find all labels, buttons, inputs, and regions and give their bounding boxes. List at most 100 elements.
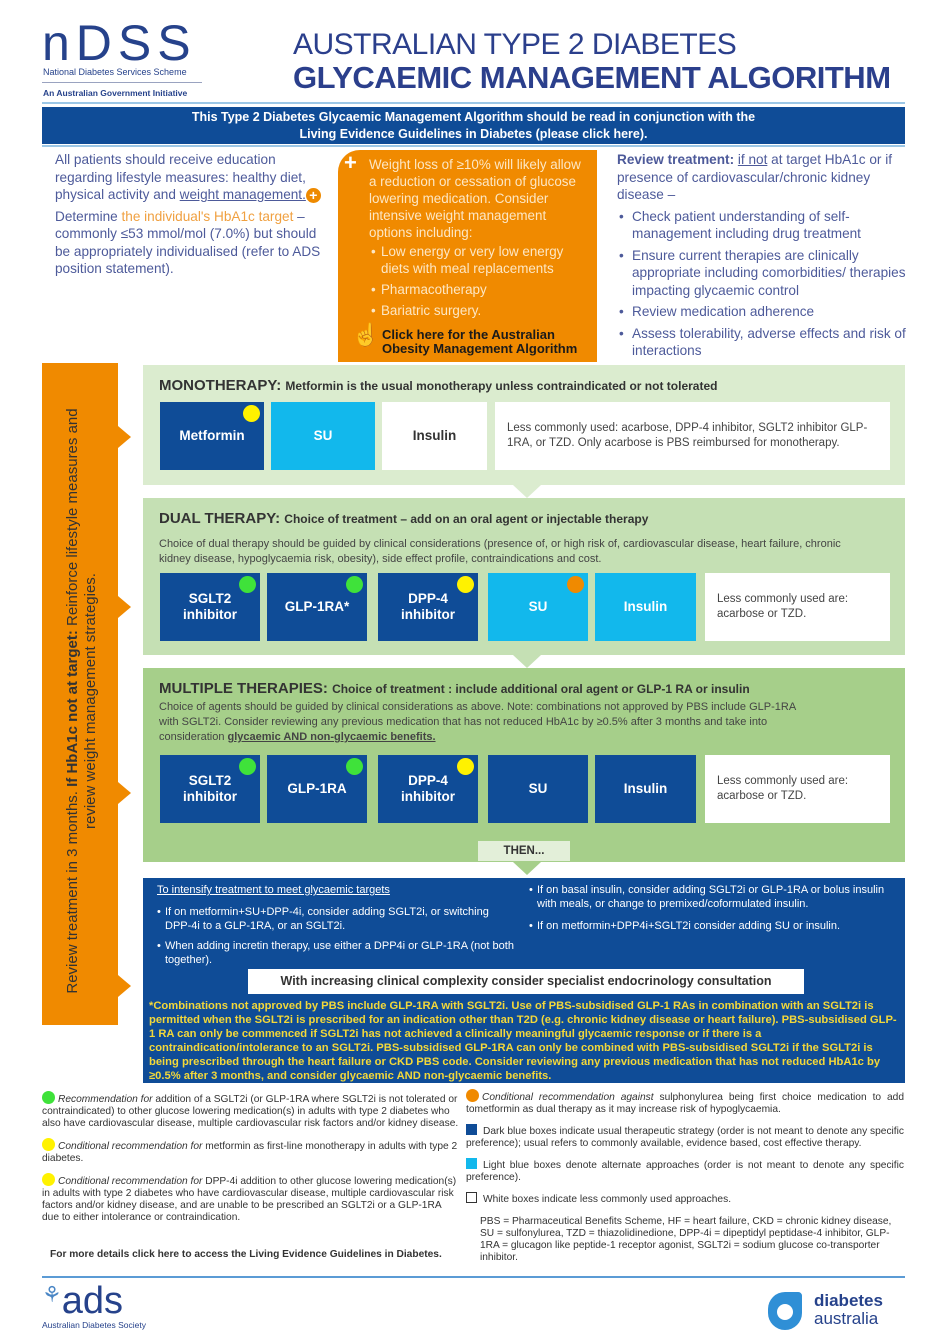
glp1ra-box[interactable]: GLP-1RA bbox=[267, 755, 367, 823]
light-blue-square-icon bbox=[466, 1158, 477, 1169]
white-square-icon bbox=[466, 1192, 477, 1203]
arrow-icon bbox=[118, 975, 131, 997]
arrow-icon bbox=[118, 426, 131, 448]
glp1ra-box[interactable]: GLP-1RA* bbox=[267, 573, 367, 641]
metformin-box[interactable]: Metformin bbox=[160, 402, 264, 470]
title-line1: AUSTRALIAN TYPE 2 DIABETES bbox=[293, 28, 737, 61]
dual-therapy-section: DUAL THERAPY: Choice of treatment – add … bbox=[143, 498, 905, 668]
su-box[interactable]: SU bbox=[488, 573, 588, 641]
down-arrow-icon bbox=[513, 862, 541, 875]
section-desc: Choice of agents should be guided by cli… bbox=[159, 701, 796, 743]
benefits-link[interactable]: glycaemic AND non-glycaemic benefits. bbox=[228, 731, 436, 743]
insulin-box[interactable]: Insulin bbox=[382, 402, 487, 470]
legend-right: Conditional recommendation against sulph… bbox=[466, 1089, 904, 1264]
banner-line2: Living Evidence Guidelines in Diabetes (… bbox=[299, 127, 648, 141]
section-title: MULTIPLE THERAPIES: Choice of treatment … bbox=[159, 680, 750, 697]
list-item: When adding incretin therapy, use either… bbox=[157, 939, 517, 967]
orange-dot-icon bbox=[466, 1089, 479, 1102]
green-dot-icon bbox=[42, 1091, 55, 1104]
dpp4-box[interactable]: DPP-4 inhibitor bbox=[378, 755, 478, 823]
green-dot-icon bbox=[239, 758, 256, 775]
divider bbox=[42, 102, 905, 104]
divider bbox=[42, 1276, 905, 1278]
title-line2: GLYCAEMIC MANAGEMENT ALGORITHM bbox=[293, 60, 891, 95]
green-dot-icon bbox=[346, 576, 363, 593]
plus-icon: + bbox=[344, 150, 357, 175]
yellow-dot-icon bbox=[42, 1138, 55, 1151]
da-logo-icon bbox=[768, 1292, 802, 1330]
guidelines-banner-link[interactable]: This Type 2 Diabetes Glycaemic Managemen… bbox=[42, 107, 905, 144]
intro-p2a: Determine bbox=[55, 208, 122, 224]
guidelines-link[interactable]: For more details click here to access th… bbox=[50, 1249, 442, 1261]
weight-management-link[interactable]: weight management. bbox=[180, 187, 306, 202]
ndss-logo: nDSS bbox=[42, 15, 197, 71]
divider bbox=[42, 82, 202, 83]
review-label: Review treatment: bbox=[617, 152, 735, 167]
less-common-box: Less commonly used: acarbose, DPP-4 inhi… bbox=[495, 402, 890, 470]
ndss-name: National Diabetes Services Scheme bbox=[43, 67, 187, 77]
legend-orange: Conditional recommendation against sulph… bbox=[466, 1089, 904, 1116]
list-item: Review medication adherence bbox=[617, 303, 907, 321]
legend-dark-blue: Dark blue boxes indicate usual therapeut… bbox=[466, 1124, 904, 1149]
dpp4-box[interactable]: DPP-4 inhibitor bbox=[378, 573, 478, 641]
list-item: Low energy or very low energy diets with… bbox=[369, 243, 591, 277]
less-common-box: Less commonly used are: acarbose or TZD. bbox=[705, 573, 890, 641]
list-item: Bariatric surgery. bbox=[369, 302, 591, 319]
intro-text: All patients should receive education re… bbox=[55, 151, 327, 282]
legend-light-blue: Light blue boxes denote alternate approa… bbox=[466, 1158, 904, 1183]
intensify-heading: To intensify treatment to meet glycaemic… bbox=[157, 884, 390, 896]
legend-yellow1: Conditional recommendation for metformin… bbox=[42, 1138, 460, 1165]
review-side-bar: Review treatment in 3 months. If HbA1c n… bbox=[42, 363, 131, 1025]
sglt2-box[interactable]: SGLT2 inhibitor bbox=[160, 573, 260, 641]
multiple-therapies-section: MULTIPLE THERAPIES: Choice of treatment … bbox=[143, 668, 905, 875]
list-item: If on metformin+DPP4i+SGLT2i consider ad… bbox=[529, 919, 889, 933]
green-dot-icon bbox=[239, 576, 256, 593]
pbs-footnote: *Combinations not approved by PBS includ… bbox=[149, 1000, 897, 1082]
section-title: MONOTHERAPY: Metformin is the usual mono… bbox=[159, 377, 718, 394]
list-item: Check patient understanding of self-mana… bbox=[617, 208, 907, 243]
diabetes-australia-logo: diabetes australia bbox=[766, 1290, 906, 1334]
su-box[interactable]: SU bbox=[271, 402, 375, 470]
pointer-hand-icon: ☝ bbox=[352, 322, 380, 347]
yellow-dot-icon bbox=[457, 576, 474, 593]
ndss-gov: An Australian Government Initiative bbox=[43, 88, 188, 98]
down-arrow-icon bbox=[513, 485, 541, 498]
su-box[interactable]: SU bbox=[488, 755, 588, 823]
weight-loss-text: Weight loss of ≥10% will likely allow a … bbox=[369, 157, 581, 240]
specialist-note: With increasing clinical complexity cons… bbox=[248, 969, 804, 994]
list-item: If on basal insulin, consider adding SGL… bbox=[529, 883, 889, 911]
yellow-dot-icon bbox=[457, 758, 474, 775]
list-item: Ensure current therapies are clinically … bbox=[617, 247, 907, 300]
then-label: THEN... bbox=[478, 841, 570, 861]
obesity-algorithm-link[interactable]: ☝ Click here for the Australian Obesity M… bbox=[352, 322, 597, 356]
yellow-dot-icon bbox=[42, 1173, 55, 1186]
side-bar-text: Review treatment in 3 months. If HbA1c n… bbox=[64, 408, 99, 994]
ads-logo: ⚘ads Australian Diabetes Society bbox=[42, 1280, 146, 1330]
orange-dot-icon bbox=[567, 576, 584, 593]
less-common-box: Less commonly used are: acarbose or TZD. bbox=[705, 755, 890, 823]
legend-green: Recommendation for addition of a SGLT2i … bbox=[42, 1091, 460, 1130]
section-title: DUAL THERAPY: Choice of treatment – add … bbox=[159, 510, 649, 527]
list-item: If on metformin+SU+DPP-4i, consider addi… bbox=[157, 905, 517, 933]
sglt2-box[interactable]: SGLT2 inhibitor bbox=[160, 755, 260, 823]
legend-yellow2: Conditional recommendation for DPP-4i ad… bbox=[42, 1173, 460, 1224]
legend-white: White boxes indicate less commonly used … bbox=[466, 1192, 904, 1206]
plus-icon[interactable]: + bbox=[305, 187, 321, 203]
banner-line1: This Type 2 Diabetes Glycaemic Managemen… bbox=[191, 110, 756, 124]
insulin-box[interactable]: Insulin bbox=[595, 573, 696, 641]
intensify-section: To intensify treatment to meet glycaemic… bbox=[143, 878, 905, 1083]
review-treatment: Review treatment: if not at target HbA1c… bbox=[617, 151, 907, 364]
insulin-box[interactable]: Insulin bbox=[595, 755, 696, 823]
green-dot-icon bbox=[346, 758, 363, 775]
list-item: Pharmacotherapy bbox=[369, 281, 591, 298]
list-item: Assess tolerability, adverse effects and… bbox=[617, 325, 907, 360]
section-desc: Choice of dual therapy should be guided … bbox=[159, 538, 841, 565]
legend-left: Recommendation for addition of a SGLT2i … bbox=[42, 1091, 460, 1260]
yellow-dot-icon bbox=[243, 405, 260, 422]
weight-loss-box: + Weight loss of ≥10% will likely allow … bbox=[338, 150, 597, 362]
down-arrow-icon bbox=[513, 655, 541, 668]
arrow-icon bbox=[118, 782, 131, 804]
abbreviations: PBS = Pharmaceutical Benefits Scheme, HF… bbox=[480, 1216, 892, 1263]
link-text: Click here for the Australian Obesity Ma… bbox=[382, 327, 578, 356]
arrow-icon bbox=[118, 596, 131, 618]
